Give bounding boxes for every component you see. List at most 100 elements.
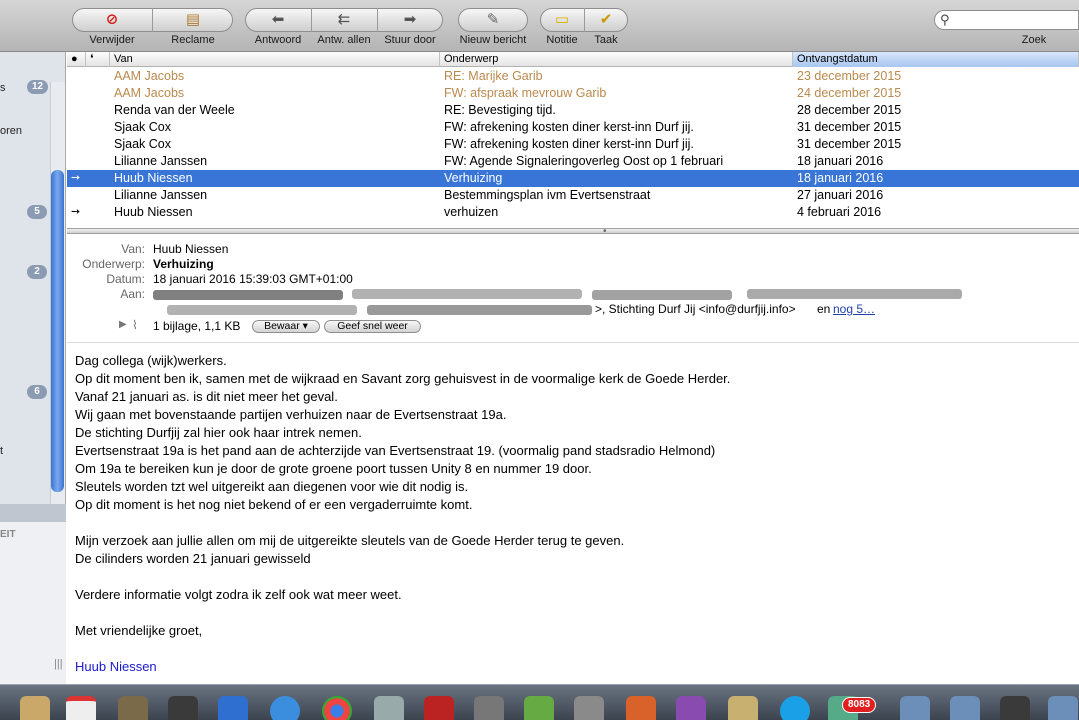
quicklook-button[interactable]: Geef snel weer [324,320,421,333]
body-line: Sleutels worden tzt wel uitgereikt aan d… [75,479,469,494]
row-subject: verhuizen [444,205,499,219]
calendar-app-icon[interactable] [66,696,96,720]
theater-app-icon[interactable] [424,696,454,720]
redacted-recipient [592,290,732,300]
body-line [75,640,1065,658]
disclosure-triangle-icon[interactable]: ▶ [119,319,127,330]
reply-button[interactable]: ⬅ Antwoord [240,0,316,50]
row-from: Lilianne Janssen [114,188,208,202]
body-line: Om 19a te bereiken kun je door de grote … [75,461,592,476]
chrome-icon[interactable] [322,696,352,720]
row-date: 4 februari 2016 [797,205,882,219]
row-date: 31 december 2015 [797,120,902,134]
replied-arrow-icon [71,187,85,204]
header-separator [67,342,1079,343]
row-subject: FW: afrekening kosten diner kerst-inn Du… [444,137,694,151]
table-row[interactable]: ➙ Huub Niessen Verhuizing 18 januari 2016 [67,170,1079,187]
todo-button[interactable]: ✔ Taak [566,0,646,50]
junk-button[interactable]: ▤ Reclame [153,0,233,50]
to-and-label: en [817,302,831,316]
app-store-icon[interactable] [218,696,248,720]
subject-value: Verhuizing [153,257,214,271]
window-icon[interactable] [1000,696,1030,720]
save-attachment-button[interactable]: Bewaar ▾ [252,320,320,333]
row-from: Sjaak Cox [114,137,171,151]
replied-arrow-icon: ➙ [71,172,81,184]
delete-icon: ⊘ [105,11,119,28]
settings-app-icon[interactable] [574,696,604,720]
resize-grip-icon[interactable]: ||| [54,658,63,670]
photo-app-icon[interactable] [118,696,148,720]
row-from: Renda van der Weele [114,103,235,117]
speech-bubble-icon: ❛ [90,53,94,65]
reply-all-button[interactable]: ⇇ Antw. allen [306,0,382,50]
redacted-recipient [367,305,592,315]
body-line: Mijn verzoek aan jullie allen om mij de … [75,533,625,548]
replied-arrow-icon [71,119,85,136]
preview-app-icon[interactable] [374,696,404,720]
junk-icon: ▤ [185,11,201,28]
table-row[interactable]: AAM Jacobs RE: Marijke Garib 23 december 2… [67,68,1079,85]
star-app-icon[interactable] [168,696,198,720]
from-value[interactable]: Huub Niessen [153,242,228,256]
guitar-app-icon[interactable] [474,696,504,720]
table-row[interactable]: Lilianne Janssen Bestemmingsplan ivm Ever… [67,187,1079,204]
sidebar-item-fragment[interactable]: s [0,82,6,94]
body-line: Dag collega (wijk)werkers. [75,353,227,368]
table-row[interactable]: AAM Jacobs FW: afspraak mevrouw Garib 24 d… [67,85,1079,102]
grid-app-icon[interactable] [728,696,758,720]
redacted-recipient [352,289,582,299]
search-label: Zoek [1021,34,1047,46]
replied-arrow-icon [71,68,85,85]
unread-badge: 6 [27,385,47,399]
table-row[interactable]: Sjaak Cox FW: afrekening kosten diner ker… [67,136,1079,153]
table-row[interactable]: Lilianne Janssen FW: Agende Signaleringov… [67,153,1079,170]
folder-icon[interactable] [900,696,930,720]
from-column-header[interactable]: Van [110,52,440,67]
dot-icon: ● [71,53,78,65]
new-message-button[interactable]: ✎ Nieuw bericht [453,0,533,50]
row-from: Huub Niessen [114,205,193,219]
sidebar-scrollbar-thumb[interactable] [51,170,64,492]
subject-column-header[interactable]: Onderwerp [440,52,793,67]
sidebar-item-fragment[interactable]: oren [0,125,22,137]
delete-button[interactable]: ⊘ Verwijder [72,0,152,50]
more-recipients-link[interactable]: nog 5… [833,302,875,316]
body-line [75,604,1065,622]
paperclip-icon: ⌇ [132,318,138,332]
table-row[interactable]: Renda van der Weele RE: Bevestiging tijd.… [67,102,1079,119]
contacts-app-icon[interactable] [20,696,50,720]
attachment-summary: 1 bijlage, 1,1 KB [153,319,241,333]
skype-icon[interactable] [780,696,810,720]
folder-icon[interactable] [1048,696,1078,720]
body-line [75,514,1065,532]
to-recipient-tail[interactable]: >, Stichting Durf Jij <info@durfjij.info… [595,302,796,316]
message-body: Dag collega (wijk)werkers. Op dit moment … [75,352,1065,676]
body-line: Wij gaan met bovenstaande partijen verhu… [75,407,507,422]
subject-label: Onderwerp: [82,257,145,271]
read-column-header[interactable]: ● [67,52,86,67]
notes-app-icon[interactable] [676,696,706,720]
row-subject: FW: afspraak mevrouw Garib [444,86,607,100]
row-subject: Verhuizing [444,171,503,185]
flag-column-header[interactable]: ❛ [86,52,110,67]
date-label: Datum: [106,272,145,286]
table-row[interactable]: Sjaak Cox FW: afrekening kosten diner ker… [67,119,1079,136]
table-row[interactable]: ➙ Huub Niessen verhuizen 4 februari 2016 [67,204,1079,221]
row-from: Lilianne Janssen [114,154,208,168]
search-input[interactable]: ⚲ [934,10,1079,30]
pdf-app-icon[interactable] [626,696,656,720]
plant-app-icon[interactable] [524,696,554,720]
replied-arrow-icon [71,136,85,153]
message-list: ● ❛ Van Onderwerp Ontvangstdatum AAM Jac… [67,52,1079,228]
reply-arrow-icon: ⬅ [271,11,285,28]
date-column-header[interactable]: Ontvangstdatum [793,52,1079,67]
safari-icon[interactable] [270,696,300,720]
sidebar-item-fragment[interactable]: t [0,445,3,457]
body-line: De cilinders worden 21 januari gewisseld [75,551,311,566]
folder-icon[interactable] [950,696,980,720]
forward-button[interactable]: ➡ Stuur door [372,0,448,50]
body-line: De stichting Durfjij zal hier ook haar i… [75,425,362,440]
body-line [75,568,1065,586]
dock: 8083 [0,684,1079,720]
